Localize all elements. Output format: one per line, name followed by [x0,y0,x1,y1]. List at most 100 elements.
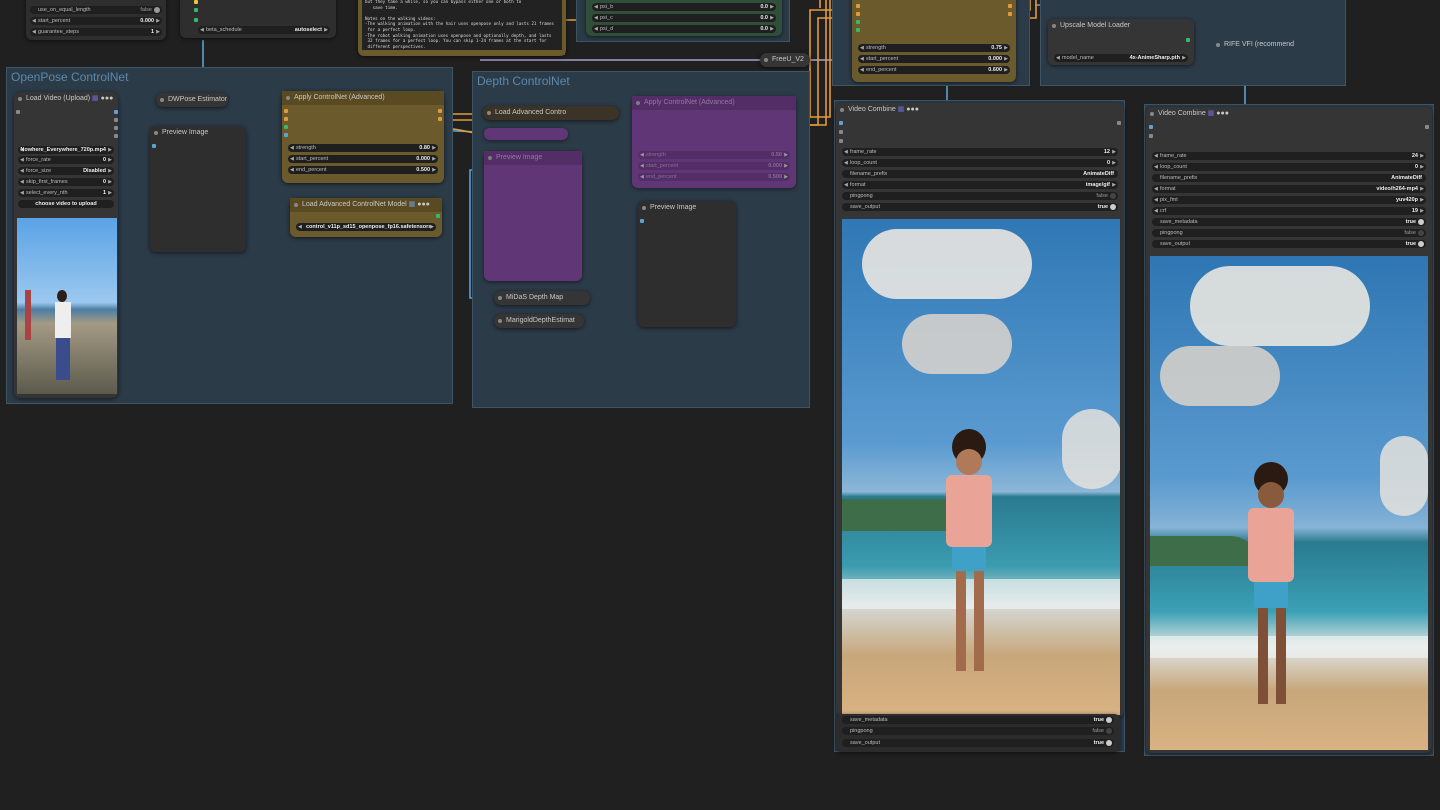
video-combine-node-1[interactable]: Video Combine ▦ ●●● frame_rate12 loop_co… [836,103,1124,717]
input-port[interactable] [856,4,860,8]
input-port[interactable] [856,28,860,32]
output-port[interactable] [1117,121,1121,125]
video-combine-node-2[interactable]: Video Combine ▦ ●●● frame_rate24 loop_co… [1146,107,1432,753]
skip-first-frames-widget[interactable]: skip_first_frames0 [18,178,114,186]
preview-purple-title: Preview Image [484,151,582,165]
preview-image-node-1[interactable]: Preview Image [150,126,246,252]
filename-prefix-input[interactable]: filename_prefix AnimateDiff [1152,174,1426,182]
save-metadata-toggle[interactable]: save_metadata true [1152,218,1426,226]
input-port[interactable] [1149,125,1153,129]
select-every-nth-widget[interactable]: select_every_nth1 [18,189,114,197]
filename-prefix-input[interactable]: filename_prefix AnimateDiff [842,170,1118,178]
apply-controlnet-depth-node[interactable]: Apply ControlNet (Advanced) strength0.50… [632,96,796,188]
output-port[interactable] [114,126,118,130]
output-port[interactable] [438,117,442,121]
input-port[interactable] [284,109,288,113]
output-port[interactable] [1008,12,1012,16]
output-port[interactable] [114,134,118,138]
beta-schedule-node[interactable]: beta_scheduleautoselect [180,0,336,38]
loop-count-widget[interactable]: loop_count0 [842,159,1118,167]
dwpose-estimator-node[interactable]: DWPose Estimator [156,93,228,107]
upload-video-button[interactable]: choose video to upload [18,200,114,208]
output-port[interactable] [114,118,118,122]
output-port[interactable] [1425,125,1429,129]
end-percent-widget[interactable]: end_percent0.600 [858,66,1010,74]
strength-widget[interactable]: strength0.80 [288,144,438,152]
pingpong-toggle[interactable]: pingpong false [1152,229,1426,237]
input-port[interactable] [839,130,843,134]
pingpong-toggle[interactable]: pingpong false [842,727,1114,735]
save-output-toggle[interactable]: save_output true [1152,240,1426,248]
end-percent-widget[interactable]: end_percent0.500 [288,166,438,174]
start-percent-widget[interactable]: start_percent0.000 [30,17,162,25]
psi-c-widget[interactable]: psi_c0.0 [592,14,776,22]
input-port[interactable] [16,110,20,114]
force-size-select[interactable]: force_sizeDisabled [18,167,114,175]
input-port[interactable] [194,18,198,22]
strength-widget[interactable]: strength0.75 [858,44,1010,52]
load-advanced-controlnet-model-node[interactable]: Load Advanced ControlNet Model ▦ ●●● con… [290,198,442,237]
notes-text[interactable]: but they take a while, so you can bypass… [362,0,562,50]
guarantee-steps-widget[interactable]: guarantee_steps1 [30,28,162,36]
use-on-equal-length-toggle[interactable]: use_on_equal_length false [30,6,162,14]
start-percent-widget[interactable]: start_percent0.000 [288,155,438,163]
frame-rate-widget[interactable]: frame_rate12 [842,148,1118,156]
apply-controlnet-advanced-node[interactable]: Apply ControlNet (Advanced) strength0.80… [282,91,444,183]
input-port[interactable] [284,133,288,137]
output-port[interactable] [1186,38,1190,42]
input-port[interactable] [284,117,288,121]
apply-controlnet-top-node[interactable]: strength0.75 start_percent0.000 end_perc… [852,0,1016,82]
crf-widget[interactable]: crf19 [1152,207,1426,215]
top-left-node[interactable]: pyramid use_on_equal_length false start_… [26,0,166,40]
strength-widget[interactable]: strength0.50 [638,151,790,159]
input-port[interactable] [640,219,644,223]
input-port[interactable] [839,121,843,125]
upscale-model-loader-node[interactable]: Upscale Model Loader model_name4x-AnimeS… [1048,19,1194,65]
video-select[interactable]: Nowhere_Everywhere_720p.mp4 [18,146,114,154]
input-port[interactable] [152,144,156,148]
input-port[interactable] [194,0,198,4]
output-port[interactable] [1008,4,1012,8]
controlnet-model-select[interactable]: control_v11p_sd15_openpose_fp16.safetens… [296,223,436,231]
end-percent-widget[interactable]: end_percent0.500 [638,173,790,181]
output-port[interactable] [438,109,442,113]
input-port[interactable] [194,8,198,12]
pix-fmt-select[interactable]: pix_fmtyuv420p [1152,196,1426,204]
preview-image-purple-node[interactable]: Preview Image [484,151,582,281]
load-video-node[interactable]: Load Video (Upload) ▦ ●●● Nowhere_Everyw… [14,92,118,398]
load-advanced-contro-node[interactable]: Load Advanced Contro [483,106,619,120]
notes-node[interactable]: but they take a while, so you can bypass… [358,0,566,56]
input-port[interactable] [856,12,860,16]
freeu-node[interactable]: FreeU_V2 [760,53,810,67]
marigold-depth-node[interactable]: MarigoldDepthEstimat [494,314,584,328]
purple-collapsed-node[interactable] [484,128,568,140]
start-percent-widget[interactable]: start_percent0.000 [638,162,790,170]
pingpong-toggle[interactable]: pingpong false [842,192,1118,200]
psi-b-widget[interactable]: psi_b0.0 [592,3,776,11]
format-select[interactable]: formatimage/gif [842,181,1118,189]
midas-depth-map-node[interactable]: MiDaS Depth Map [494,291,590,305]
format-select[interactable]: formatvideo/h264-mp4 [1152,185,1426,193]
force-rate-widget[interactable]: force_rate0 [18,156,114,164]
preview-image-depth-node[interactable]: Preview Image [638,201,736,327]
save-output-toggle[interactable]: save_output true [842,203,1118,211]
save-metadata-toggle[interactable]: save_metadata true [842,716,1114,724]
video-combine-title: Video Combine ▦ ●●● [1146,107,1432,121]
video-combine-1-overflow-widgets[interactable]: save_metadata true pingpong false save_out… [836,714,1120,752]
psi-node[interactable]: psi_b0.0 psi_c0.0 psi_d0.0 [586,0,782,36]
model-name-select[interactable]: model_name4x-AnimeSharp.pth [1054,54,1188,62]
frame-rate-widget[interactable]: frame_rate24 [1152,152,1426,160]
rife-vfi-node[interactable]: RIFE VFI (recommend [1212,38,1344,52]
input-port[interactable] [856,20,860,24]
input-port[interactable] [1149,134,1153,138]
input-port[interactable] [839,139,843,143]
preview-image-title: Preview Image [150,126,246,140]
save-output-toggle[interactable]: save_output true [842,739,1114,747]
input-port[interactable] [284,125,288,129]
psi-d-widget[interactable]: psi_d0.0 [592,25,776,33]
loop-count-widget[interactable]: loop_count0 [1152,163,1426,171]
output-port[interactable] [114,110,118,114]
output-port[interactable] [436,214,440,218]
beta-schedule-select[interactable]: beta_scheduleautoselect [198,26,330,34]
start-percent-widget[interactable]: start_percent0.000 [858,55,1010,63]
